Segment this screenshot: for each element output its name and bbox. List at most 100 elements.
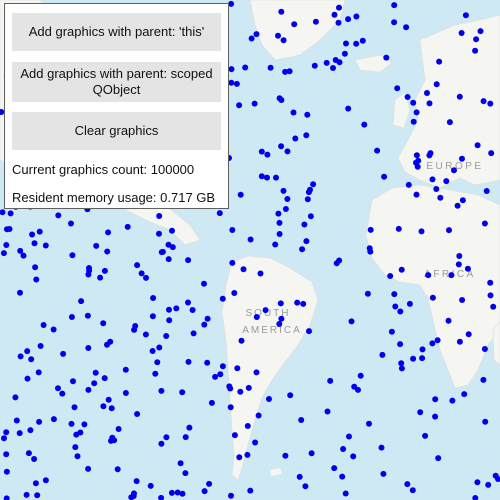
graphic-point [276,231,283,237]
graphic-point [258,173,265,180]
graphic-point [480,376,487,383]
graphic-point [280,37,287,44]
graphic-point [391,19,398,26]
graphic-point [409,487,416,494]
graphic-point [445,317,452,324]
south-america-map-label-2: AMERICA [242,325,302,336]
graphic-point [109,434,116,441]
graphic-point [104,248,111,255]
graphic-point [310,181,317,188]
graphic-point [245,384,252,391]
graphic-point [253,31,260,38]
graphic-point [418,228,425,235]
graphic-point [4,226,10,233]
graphic-point [348,318,355,325]
graphic-point [142,331,149,338]
graphic-point [185,257,192,264]
graphic-point [434,337,441,344]
graphic-point [419,346,426,353]
graphic-point [398,266,405,273]
graphic-point [100,320,107,327]
graphic-point [432,413,439,420]
graphic-point [174,489,181,496]
graphic-point [201,280,207,287]
graphic-point [68,314,75,320]
graphic-point [446,227,452,234]
graphic-point [481,220,488,227]
graphic-point [231,290,238,296]
graphic-point [308,450,315,457]
graphic-point [413,159,419,166]
graphic-point [264,151,271,158]
graphic-point [255,412,262,419]
graphic-point [394,85,401,92]
graphic-point [312,18,319,25]
graphic-point [31,456,38,462]
graphic-point [29,231,36,238]
graphic-point [78,298,85,305]
graphic-point [85,386,92,393]
graphic-point [219,295,226,302]
graphic-point [330,65,336,71]
graphic-point [472,47,479,54]
graphic-point [410,355,417,362]
graphic-point [114,466,121,473]
graphic-point [378,444,385,451]
graphic-point [104,341,110,348]
graphic-point [413,191,420,198]
graphic-point [42,477,49,484]
graphic-point [380,470,387,477]
clear-graphics-button[interactable]: Clear graphics [12,112,221,150]
graphic-point [398,365,405,372]
memory-usage-label: Resident memory usage: [12,190,157,205]
graphic-point [345,16,352,23]
graphic-point [0,250,7,257]
graphic-point [480,98,487,105]
graphic-point [307,213,314,220]
add-graphics-this-button[interactable]: Add graphics with parent: 'this' [12,13,221,51]
graphic-point [413,152,420,159]
graphic-point [474,479,481,486]
graphic-point [473,36,480,43]
graphic-point [227,385,234,392]
graphic-point [3,429,10,436]
graphic-point [487,279,494,286]
graphic-point [236,454,243,461]
add-graphics-scoped-button[interactable]: Add graphics with parent: scoped QObject [12,62,221,102]
graphic-point [68,420,75,427]
graphic-point [374,147,381,154]
graphic-point [432,396,439,403]
graphic-point [85,345,92,351]
graphic-point [303,132,310,139]
graphic-point [436,58,443,65]
graphic-point [433,186,440,192]
graphic-point [333,260,340,267]
graphic-point [299,246,306,253]
graphic-point [163,434,170,441]
graphic-point [398,360,405,367]
graphic-point [134,411,141,417]
graphic-point [492,472,499,479]
graphic-point [276,95,283,102]
graphic-point [229,227,236,233]
graphic-point [101,267,108,274]
graphic-point [301,221,308,228]
graphic-point [158,387,165,394]
graphic-point [158,440,165,447]
graphic-point [212,373,219,380]
graphic-point [465,331,472,338]
graphic-point [169,244,176,251]
graphic-point [23,491,30,498]
graphic-point [422,432,429,439]
graphic-point [163,333,170,339]
graphic-point [16,430,23,437]
graphics-count-value: 100000 [150,162,195,177]
graphic-point [7,210,14,217]
graphic-point [278,315,285,322]
graphic-point [244,451,251,458]
graphic-point [435,455,442,462]
graphic-point [482,418,489,425]
graphic-point [247,487,254,494]
graphic-point [459,197,466,204]
graphic-point [403,24,410,31]
